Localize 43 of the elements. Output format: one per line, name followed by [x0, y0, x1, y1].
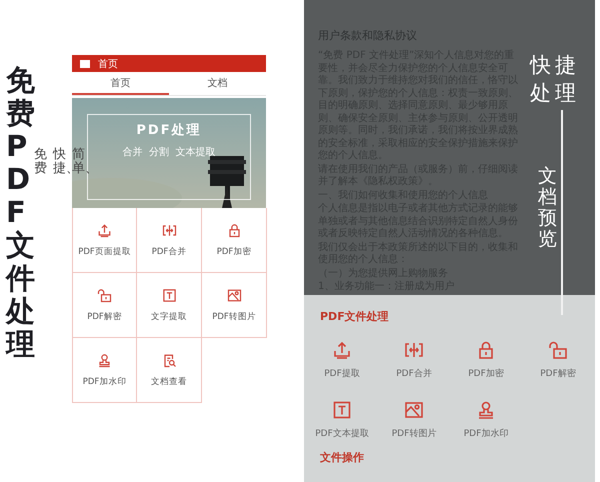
text-icon [162, 288, 176, 302]
tab[interactable]: 首页 [72, 72, 169, 95]
upload-icon [97, 222, 112, 238]
section-heading: PDF文件处理 [320, 309, 390, 324]
lock-icon [476, 340, 496, 360]
unlock-icon [97, 288, 112, 302]
tool-tile[interactable]: PDF解密 [72, 273, 137, 338]
tool-tile[interactable]: 文档查看 [137, 338, 202, 403]
tool-tile[interactable]: PDF合并 [137, 208, 202, 273]
text-icon [332, 400, 352, 420]
section-heading: 文件操作 [320, 450, 365, 465]
tab[interactable]: 文档 [169, 72, 266, 95]
quick-caption: 处理 [530, 80, 580, 106]
upload-icon [332, 340, 352, 360]
tool-label[interactable]: PDF加水印 [464, 427, 508, 440]
merge-icon [162, 222, 176, 238]
tool-label[interactable]: PDF文本提取 [315, 427, 369, 440]
quick-caption: 快捷 [530, 52, 580, 78]
stamp-icon [476, 400, 496, 420]
lock-icon [226, 222, 242, 238]
preview-caption: 文档预览 [538, 166, 557, 250]
tool-tile[interactable]: PDF页面提取 [72, 208, 137, 273]
tool-tile[interactable]: PDF加密 [202, 208, 267, 273]
stamp-icon [97, 352, 112, 368]
tool-label[interactable]: PDF合并 [396, 367, 432, 380]
tool-tile[interactable]: 文字提取 [137, 273, 202, 338]
merge-icon [404, 340, 424, 360]
tool-label[interactable]: PDF解密 [540, 367, 576, 380]
tool-label[interactable]: PDF加密 [468, 367, 504, 380]
tagline-text: 免费 [34, 148, 47, 177]
banner-title: PDF处理 [136, 122, 202, 139]
tool-label[interactable]: PDF提取 [324, 367, 360, 380]
document-search-icon [162, 352, 176, 368]
tool-tile[interactable]: PDF加水印 [72, 338, 137, 403]
headline: 免费PDF文件处理 [6, 64, 35, 363]
header-title: 首页 [98, 58, 118, 70]
menu-icon[interactable] [80, 60, 90, 68]
image-icon [404, 400, 424, 420]
tool-label[interactable]: PDF转图片 [392, 427, 436, 440]
unlock-icon [548, 340, 568, 360]
banner-subtitle: 合并 分割 文本提取 [122, 146, 216, 159]
image-icon [226, 288, 242, 302]
tool-tile[interactable]: PDF转图片 [202, 273, 267, 338]
